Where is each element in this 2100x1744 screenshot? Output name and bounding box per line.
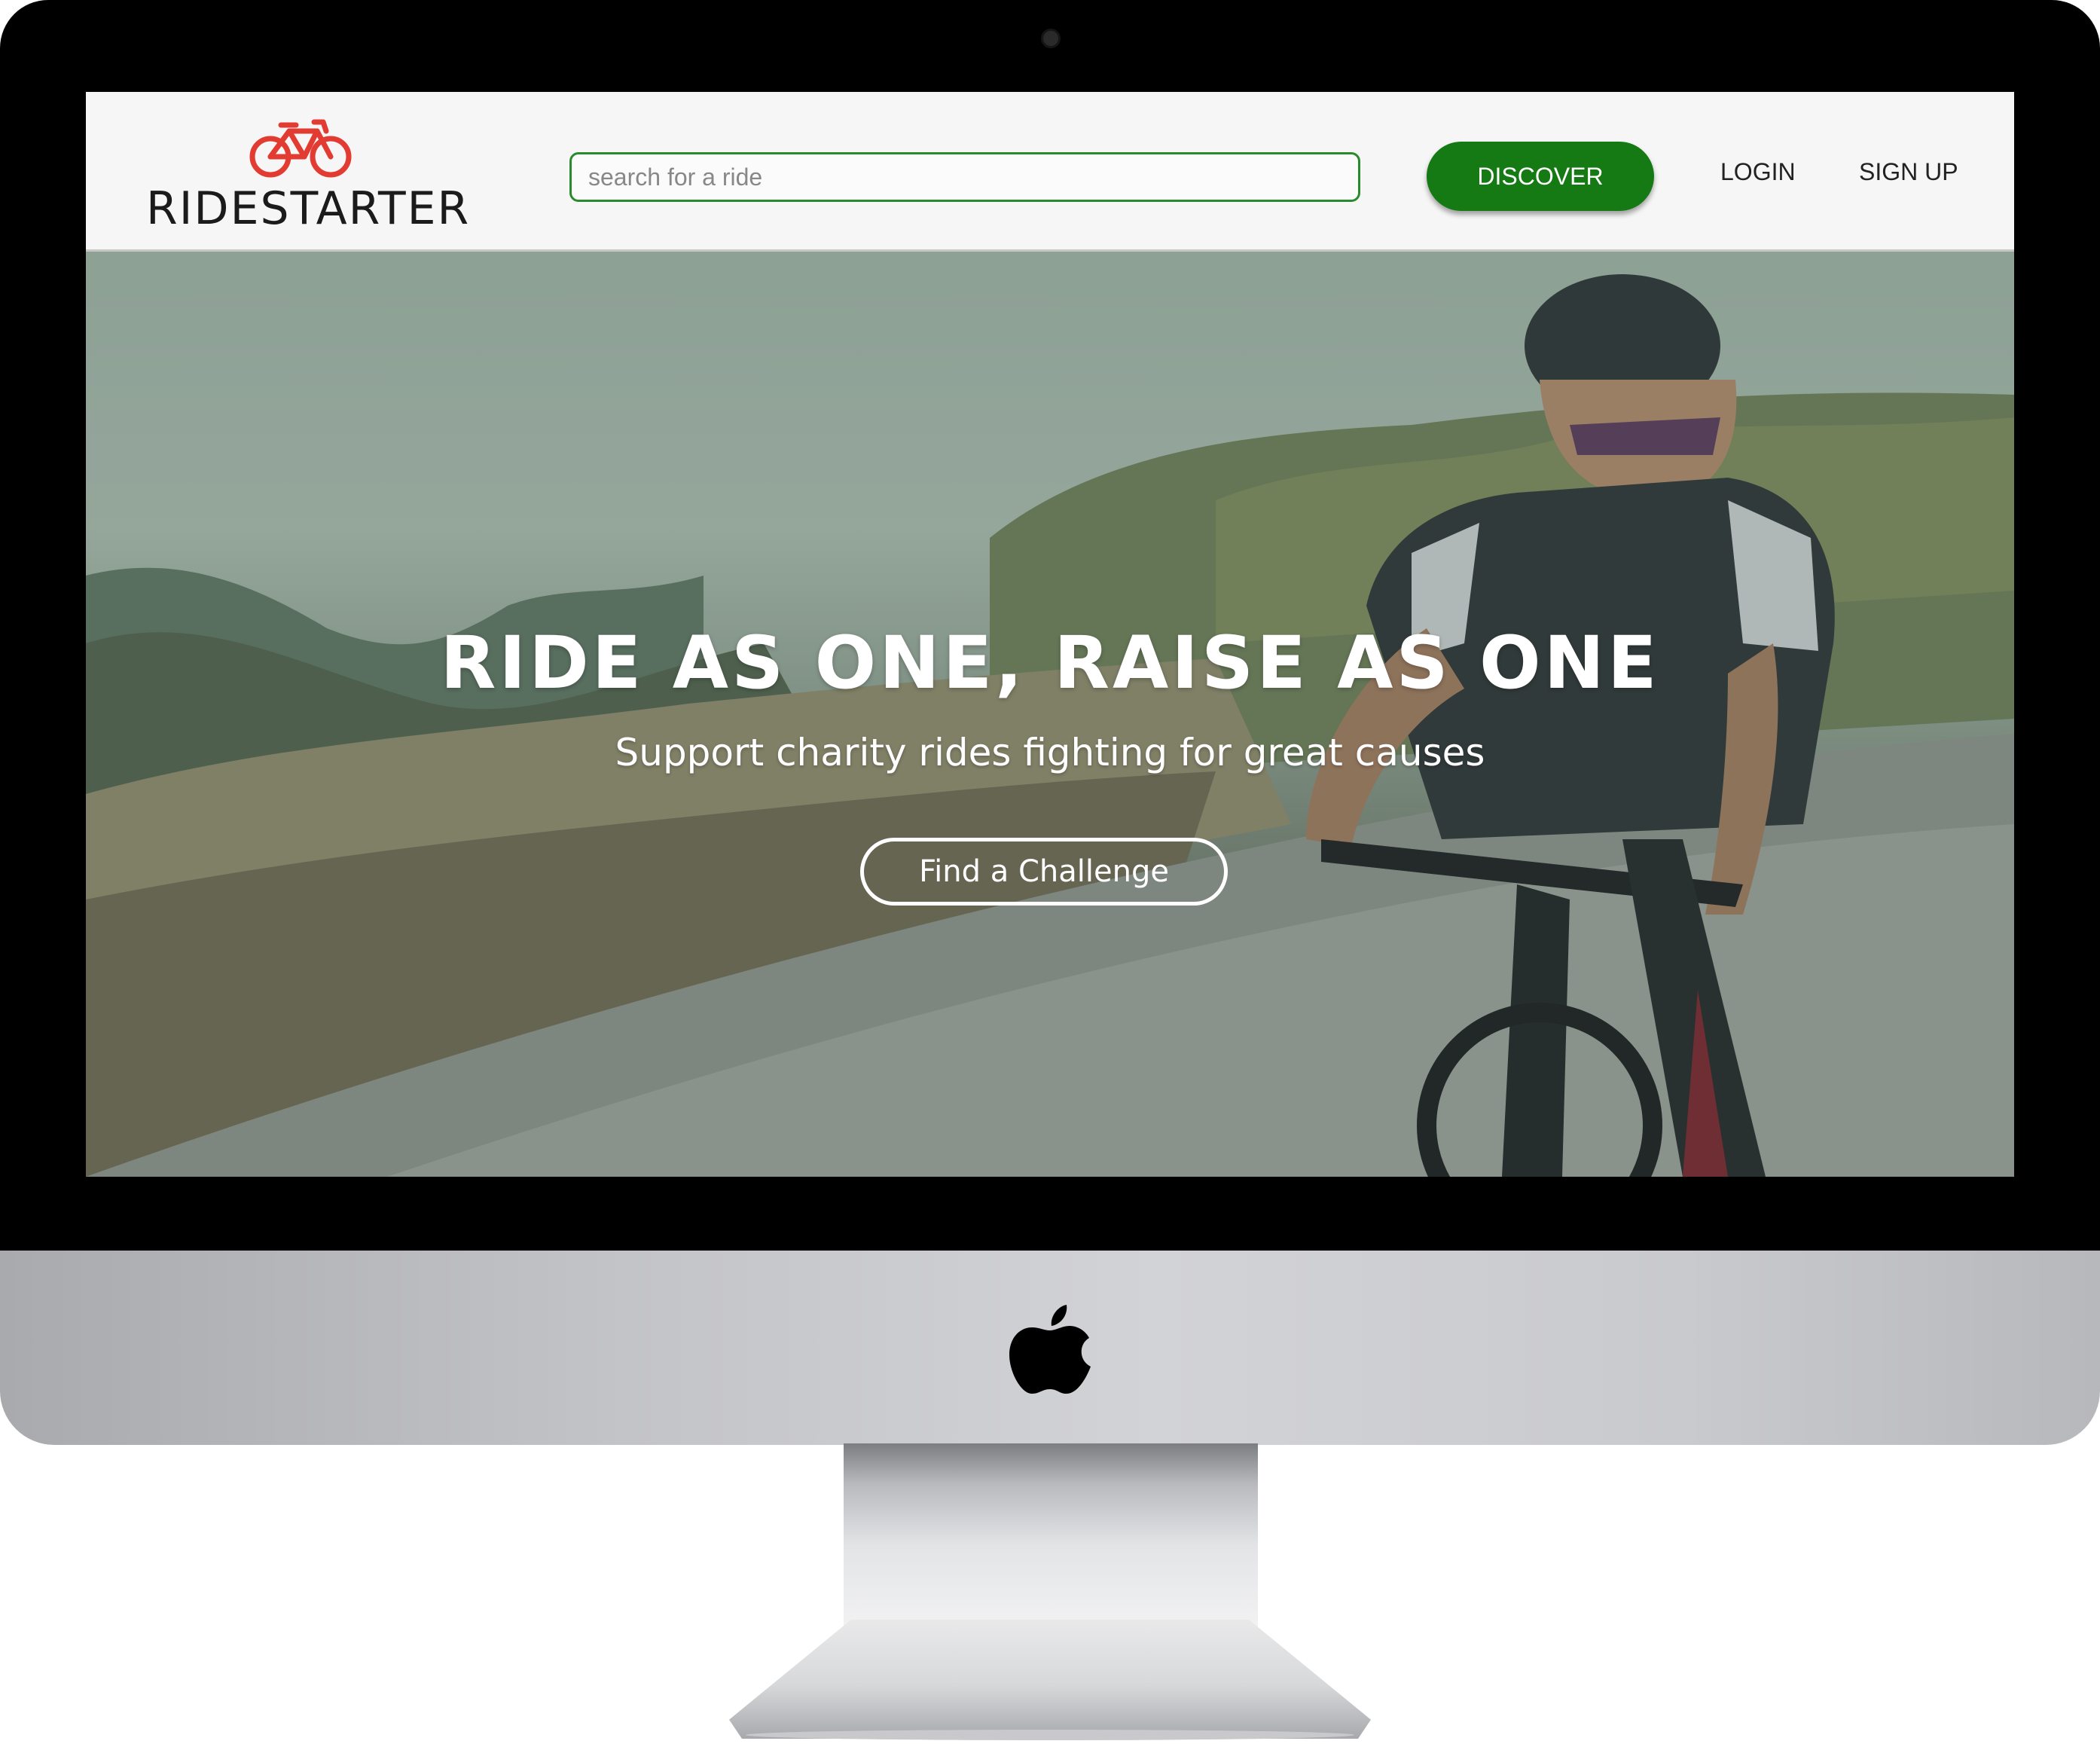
hero-headline: RIDE AS ONE, RAISE AS ONE xyxy=(440,621,1660,705)
hero-section: RIDE AS ONE, RAISE AS ONE Support charit… xyxy=(86,252,2014,1177)
brand-name: RIDESTARTER xyxy=(146,182,471,235)
apple-logo-icon xyxy=(1009,1305,1091,1394)
search-input[interactable] xyxy=(569,152,1360,202)
monitor-chin xyxy=(0,1251,2100,1445)
hero-tint xyxy=(86,252,2014,1177)
stand-shadow xyxy=(746,1730,1354,1740)
monitor-stand-neck xyxy=(844,1443,1258,1629)
imac-mockup: RIDESTARTER DISCOVER LOGIN SIGN UP xyxy=(0,0,2100,1744)
sign-up-link[interactable]: SIGN UP xyxy=(1859,158,1958,186)
ridestarter-logo[interactable]: RIDESTARTER xyxy=(146,119,469,235)
monitor-stand-foot xyxy=(729,1620,1371,1739)
bicycle-icon xyxy=(249,119,352,178)
discover-button[interactable]: DISCOVER xyxy=(1427,142,1654,211)
browser-screen: RIDESTARTER DISCOVER LOGIN SIGN UP xyxy=(86,92,2014,1177)
login-link[interactable]: LOGIN xyxy=(1720,158,1796,186)
webcam-icon xyxy=(1041,29,1061,48)
top-navbar: RIDESTARTER DISCOVER LOGIN SIGN UP xyxy=(86,92,2014,252)
hero-subheadline: Support charity rides fighting for great… xyxy=(615,731,1485,774)
find-a-challenge-button[interactable]: Find a Challenge xyxy=(860,838,1228,906)
